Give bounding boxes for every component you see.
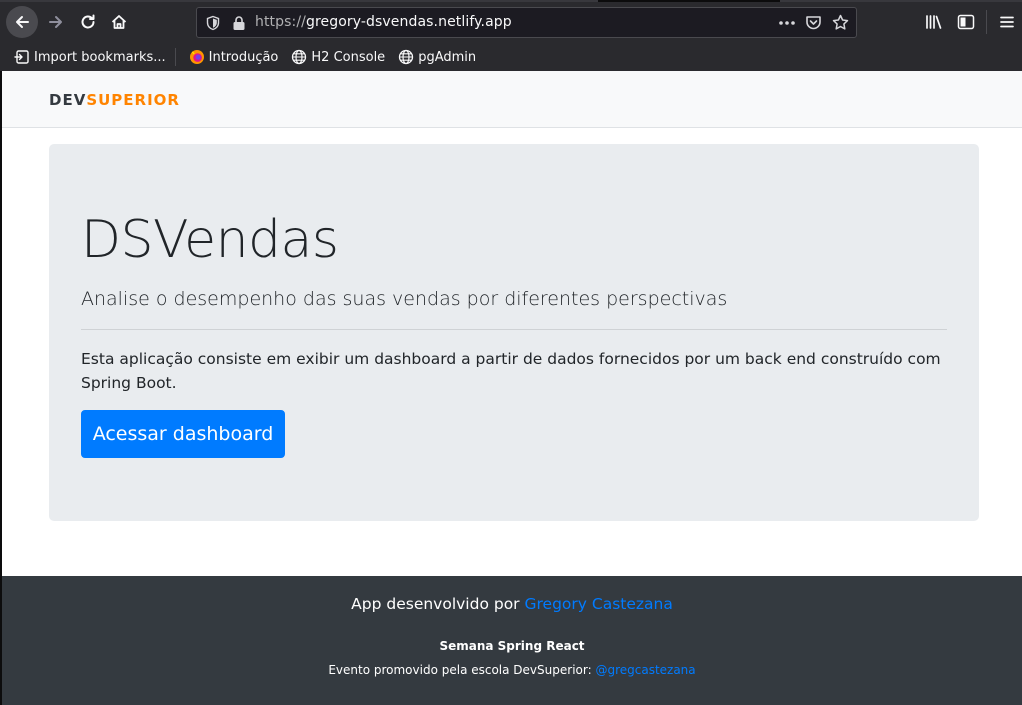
home-icon [111, 15, 127, 29]
lock-icon[interactable] [232, 15, 246, 31]
hamburger-menu-icon [1000, 16, 1014, 28]
site-navbar: DEVSUPERIOR [2, 71, 1022, 128]
sidebar-button[interactable] [951, 6, 981, 38]
tab-active-edge [0, 0, 598, 2]
library-button[interactable] [919, 6, 949, 38]
toolbar-separator [986, 10, 987, 34]
footer-event-title: Semana Spring React [439, 639, 585, 653]
bookmark-introducao[interactable]: Introdução [189, 49, 279, 65]
url-prefix: https:// [255, 14, 306, 30]
logo-superior: SUPERIOR [86, 91, 180, 109]
home-button[interactable] [103, 6, 135, 38]
site-footer: App desenvolvido por Gregory Castezana S… [2, 576, 1022, 705]
reload-icon [81, 14, 95, 29]
access-dashboard-button[interactable]: Acessar dashboard [81, 410, 285, 458]
navigation-toolbar: https://gregory-dsvendas.netlify.app [0, 4, 1022, 40]
hero-lead: Analise o desempenho das suas vendas por… [81, 288, 728, 310]
bookmark-import[interactable]: Import bookmarks... [14, 49, 166, 65]
back-arrow-icon [16, 16, 29, 28]
logo-dev: DEV [49, 91, 87, 109]
globe-icon [291, 49, 307, 65]
browser-chrome: https://gregory-dsvendas.netlify.app Imp… [0, 0, 1022, 71]
page-title: DSVendas [81, 210, 339, 270]
globe-icon [398, 49, 414, 65]
url-host: gregory-dsvendas.netlify.app [305, 14, 512, 30]
forward-arrow-icon [49, 16, 62, 28]
library-icon [926, 15, 942, 29]
forward-button[interactable] [40, 6, 72, 38]
sidebar-icon [957, 14, 975, 30]
bookmark-h2-console[interactable]: H2 Console [291, 49, 385, 65]
menu-button[interactable] [992, 6, 1022, 38]
bookmark-label: pgAdmin [418, 49, 477, 65]
tab-strip [0, 0, 1022, 2]
hero-description: Esta aplicação consiste em exibir um das… [81, 350, 941, 392]
url-text[interactable]: https://gregory-dsvendas.netlify.app [255, 14, 512, 30]
more-horizontal-icon [779, 21, 795, 25]
page-actions-button[interactable] [777, 13, 797, 33]
footer-event-text: Evento promovido pela escola DevSuperior… [328, 663, 596, 677]
divider [81, 329, 947, 330]
social-handle-link[interactable]: @gregcastezana [595, 663, 695, 677]
tab-inactive-edge [780, 0, 1022, 2]
bookmark-pgadmin[interactable]: pgAdmin [398, 49, 476, 65]
bookmark-label: H2 Console [311, 49, 386, 65]
url-bar[interactable]: https://gregory-dsvendas.netlify.app [196, 7, 857, 38]
import-icon [14, 49, 30, 65]
back-button[interactable] [6, 6, 38, 38]
bookmark-separator [174, 48, 176, 66]
page-viewport: DEVSUPERIOR DSVendas Analise o desempenh… [0, 71, 1022, 705]
footer-credits: App desenvolvido por Gregory Castezana [2, 595, 1022, 613]
reload-button[interactable] [72, 6, 104, 38]
tracking-protection-icon[interactable] [205, 15, 221, 31]
bookmark-label: Introdução [208, 49, 279, 65]
pocket-icon[interactable] [805, 14, 822, 31]
author-link[interactable]: Gregory Castezana [525, 595, 673, 613]
bookmark-label: Import bookmarks... [34, 49, 166, 65]
firefox-icon [189, 49, 205, 65]
footer-event-info: Evento promovido pela escola DevSuperior… [2, 663, 1022, 677]
devsuperior-logo[interactable]: DEVSUPERIOR [49, 91, 180, 109]
hero-jumbotron: DSVendas Analise o desempenho das suas v… [49, 144, 979, 521]
bookmark-star-icon[interactable] [832, 14, 849, 31]
footer-credits-text: App desenvolvido por [351, 595, 525, 613]
bookmarks-toolbar: Import bookmarks... Introdução H2 Consol… [0, 44, 1022, 70]
